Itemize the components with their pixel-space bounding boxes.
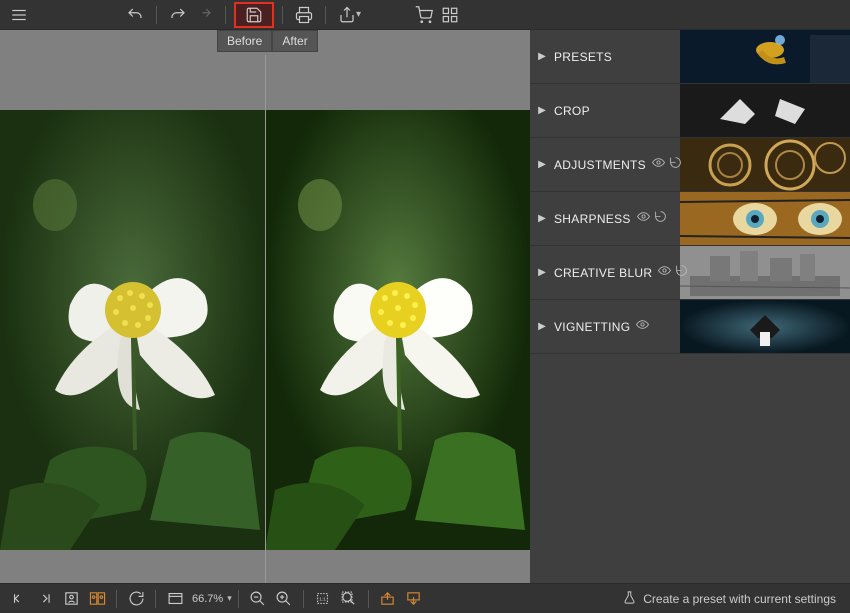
undo-icon[interactable] <box>122 2 148 28</box>
save-button[interactable] <box>234 2 274 28</box>
panel-adjustments[interactable]: ▶ ADJUSTMENTS <box>530 138 850 192</box>
zoom-level: 66.7% <box>192 593 223 605</box>
single-view-icon[interactable] <box>58 586 84 612</box>
create-preset-label: Create a preset with current settings <box>643 592 836 606</box>
reset-icon[interactable] <box>675 264 688 282</box>
fit-screen-icon[interactable] <box>162 586 188 612</box>
eye-icon[interactable] <box>637 210 650 228</box>
compare-view-icon[interactable] <box>84 586 110 612</box>
eye-icon[interactable] <box>652 156 665 174</box>
chevron-right-icon: ▶ <box>530 267 554 278</box>
rotate-icon[interactable] <box>123 586 149 612</box>
compare-divider[interactable] <box>265 55 266 583</box>
chevron-right-icon: ▶ <box>530 51 554 62</box>
first-image-icon[interactable] <box>6 586 32 612</box>
chevron-right-icon: ▶ <box>530 105 554 116</box>
compare-labels: Before After <box>217 30 318 52</box>
print-icon[interactable] <box>291 2 317 28</box>
panel-label: PRESETS <box>554 50 612 64</box>
panel-vignetting[interactable]: ▶ VIGNETTING <box>530 300 850 354</box>
cart-icon[interactable] <box>411 2 437 28</box>
panel-label: SHARPNESS <box>554 212 631 226</box>
export-up-icon[interactable] <box>375 586 401 612</box>
history-icon[interactable] <box>191 2 217 28</box>
redo-icon[interactable] <box>165 2 191 28</box>
panel-sharpness[interactable]: ▶ SHARPNESS <box>530 192 850 246</box>
before-label: Before <box>217 30 272 52</box>
main-area: ▶ PRESETS ▶ CROP ▶ ADJUSTMENTS ▶ SHARPNE… <box>0 30 850 583</box>
panel-label: VIGNETTING <box>554 320 630 334</box>
image-viewer[interactable] <box>0 30 530 583</box>
panel-label: CREATIVE BLUR <box>554 266 652 280</box>
panel-label: CROP <box>554 104 590 118</box>
zoom-actual-icon[interactable]: 1:1 <box>310 586 336 612</box>
before-image <box>0 110 265 550</box>
panel-crop[interactable]: ▶ CROP <box>530 84 850 138</box>
grid-icon[interactable] <box>437 2 463 28</box>
chevron-right-icon: ▶ <box>530 321 554 332</box>
eye-icon[interactable] <box>636 318 649 336</box>
panel-creative-blur[interactable]: ▶ CREATIVE BLUR <box>530 246 850 300</box>
menu-icon[interactable] <box>6 2 32 28</box>
after-label: After <box>272 30 317 52</box>
bottom-toolbar: 66.7% ▾ 1:1 Create a preset with current… <box>0 583 850 613</box>
flask-icon <box>622 590 637 608</box>
reset-icon[interactable] <box>669 156 682 174</box>
eye-icon[interactable] <box>658 264 671 282</box>
panel-label: ADJUSTMENTS <box>554 158 646 172</box>
svg-text:1:1: 1:1 <box>319 597 326 603</box>
reset-icon[interactable] <box>654 210 667 228</box>
panel-presets[interactable]: ▶ PRESETS <box>530 30 850 84</box>
chevron-right-icon: ▶ <box>530 213 554 224</box>
top-toolbar: ▾ <box>0 0 850 30</box>
zoom-fit-icon[interactable] <box>336 586 362 612</box>
chevron-right-icon: ▶ <box>530 159 554 170</box>
right-panel: ▶ PRESETS ▶ CROP ▶ ADJUSTMENTS ▶ SHARPNE… <box>530 30 850 583</box>
zoom-in-icon[interactable] <box>271 586 297 612</box>
zoom-out-icon[interactable] <box>245 586 271 612</box>
export-down-icon[interactable] <box>401 586 427 612</box>
create-preset-button[interactable]: Create a preset with current settings <box>622 590 836 608</box>
after-image <box>265 110 530 550</box>
next-image-icon[interactable] <box>32 586 58 612</box>
